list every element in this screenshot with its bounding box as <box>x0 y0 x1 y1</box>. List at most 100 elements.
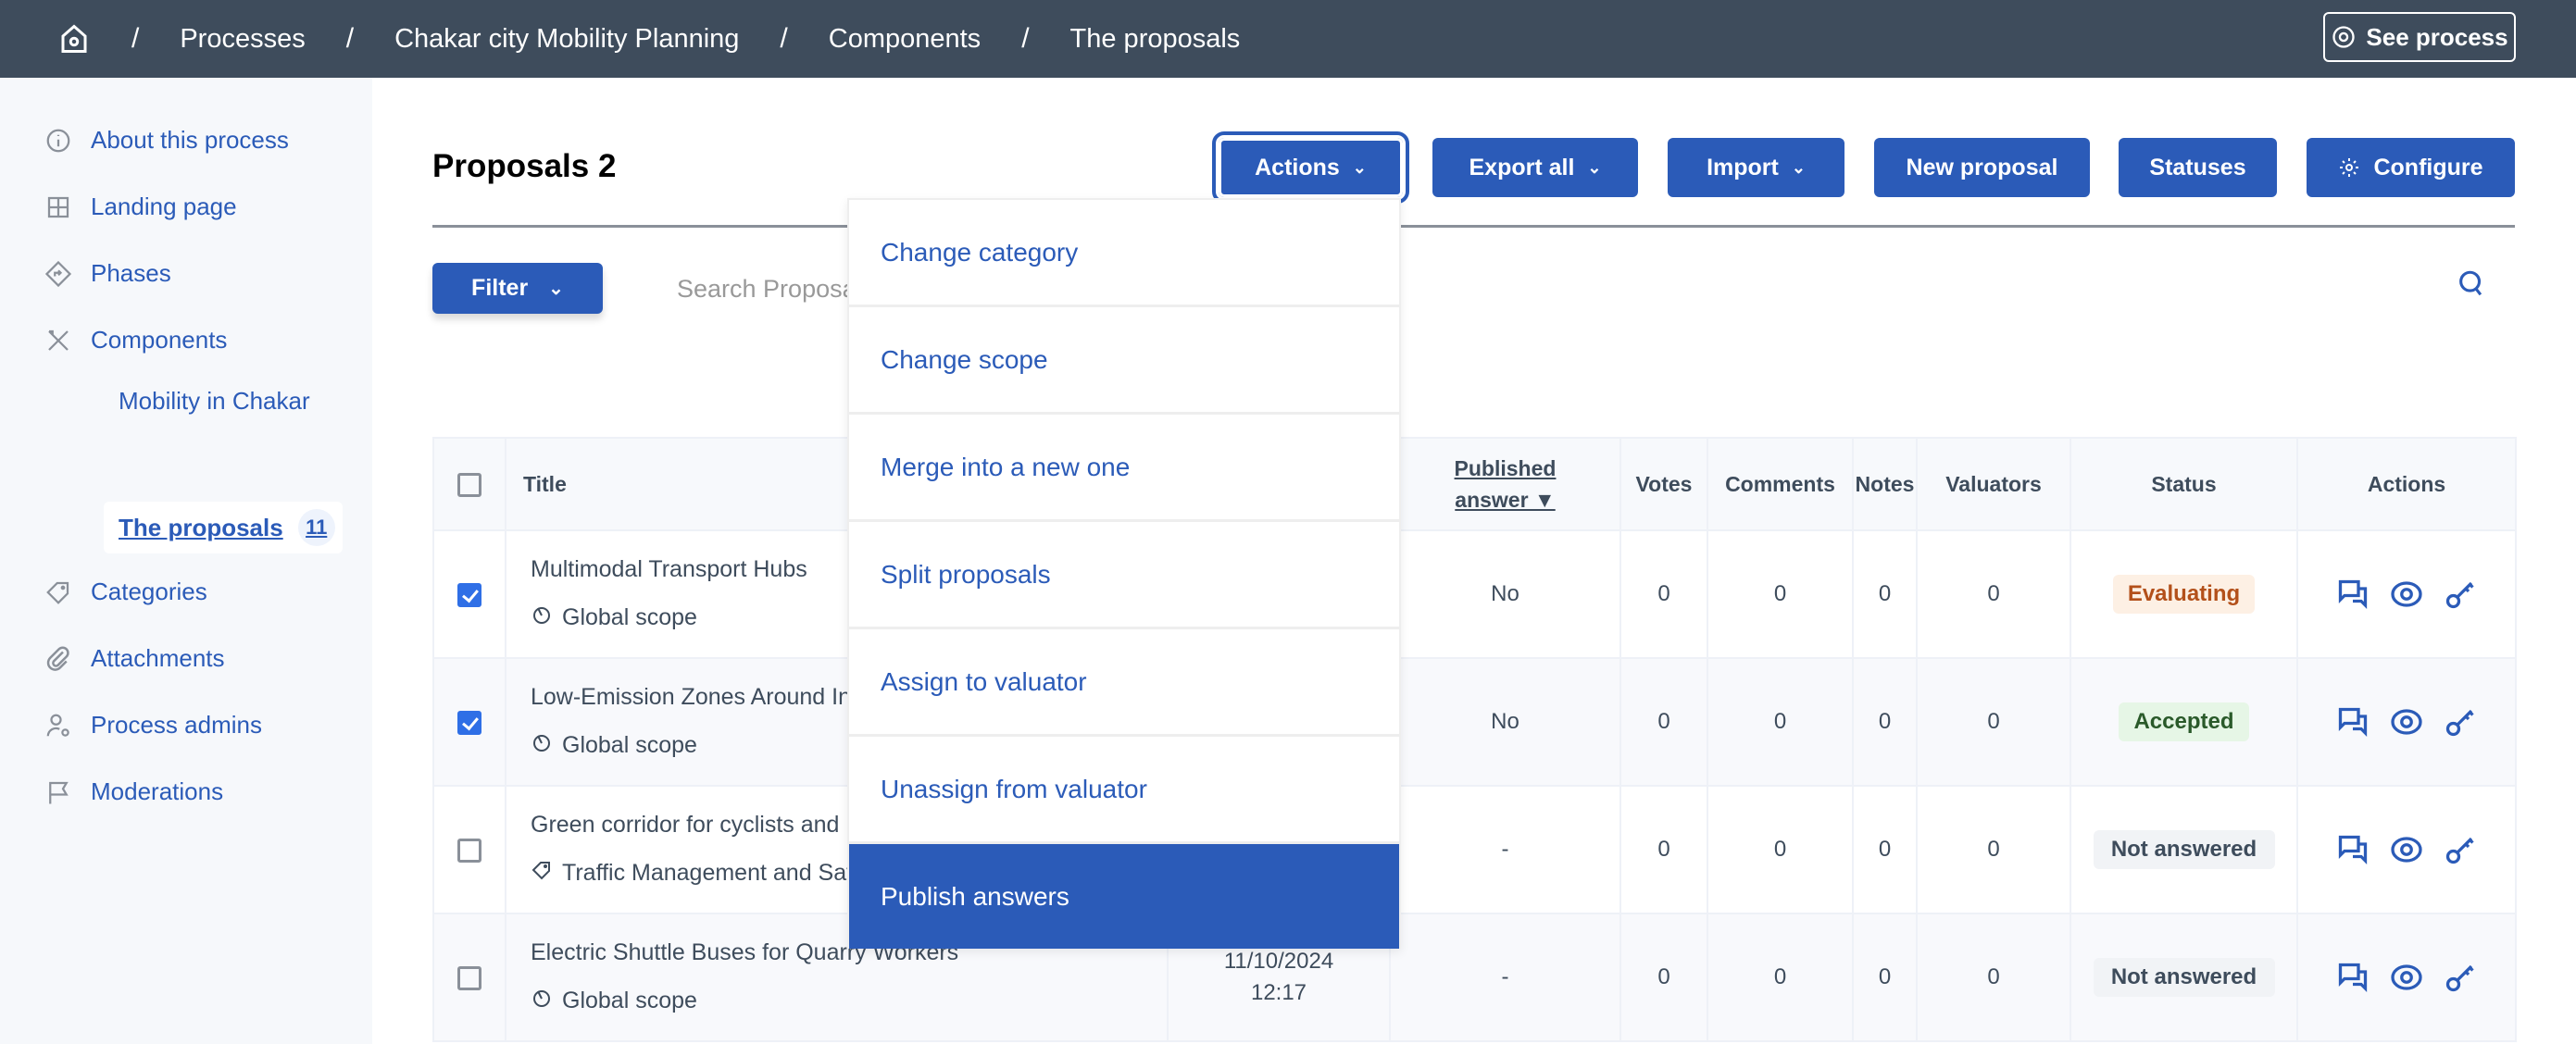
eye-icon[interactable] <box>2390 833 2423 866</box>
eye-icon[interactable] <box>2390 578 2423 611</box>
comments-cell: 0 <box>1707 785 1854 914</box>
sidebar-item-phases[interactable]: Phases <box>44 259 171 288</box>
statuses-button[interactable]: Statuses <box>2119 138 2277 197</box>
answer-icon[interactable] <box>2336 705 2370 739</box>
votes-cell: 0 <box>1619 785 1708 914</box>
eye-icon[interactable] <box>2390 961 2423 994</box>
published-at: 11/10/2024 12:17 <box>1223 949 1334 1005</box>
sidebar-item-about[interactable]: About this process <box>44 126 289 155</box>
key-icon[interactable] <box>2444 705 2477 739</box>
answer-icon[interactable] <box>2336 833 2370 866</box>
row-checkbox[interactable] <box>457 582 481 607</box>
actions-menu-item[interactable]: Split proposals <box>849 522 1399 629</box>
row-checkbox[interactable] <box>457 965 481 990</box>
import-label: Import <box>1707 154 1779 180</box>
proposal-meta: Global scope <box>531 987 1167 1015</box>
sidebar-subitem-proposals[interactable]: The proposals 11 <box>104 502 343 553</box>
sidebar-item-process-admins[interactable]: Process admins <box>44 711 262 740</box>
actions-menu-item[interactable]: Merge into a new one <box>849 415 1399 522</box>
select-cell <box>432 785 506 914</box>
sidebar-item-label: Landing page <box>91 193 237 220</box>
votes-cell: 0 <box>1619 529 1708 659</box>
breadcrumb-separator: / <box>780 23 788 54</box>
filter-label: Filter <box>471 275 529 301</box>
table-row: Low-Emission Zones Around Industrial Are… <box>432 657 2517 787</box>
sort-published-answer-link[interactable]: Published answer ▼ <box>1450 453 1561 516</box>
select-all-cell <box>432 437 506 531</box>
answer-icon[interactable] <box>2336 578 2370 611</box>
votes-cell: 0 <box>1619 657 1708 787</box>
eye-icon[interactable] <box>2390 705 2423 739</box>
scope-icon <box>531 987 553 1015</box>
status-cell: Evaluating <box>2070 529 2298 659</box>
see-process-button[interactable]: See process <box>2323 12 2516 62</box>
import-button[interactable]: Import ⌄ <box>1668 138 1844 197</box>
scope-icon <box>531 731 553 760</box>
actions-label: Actions <box>1255 154 1340 180</box>
breadcrumb-separator: / <box>345 23 355 54</box>
paperclip-icon <box>46 646 69 671</box>
chevron-down-icon: ⌄ <box>1791 157 1806 177</box>
status-badge: Evaluating <box>2112 575 2256 614</box>
page-title: Proposals 2 <box>432 148 617 184</box>
header-published-answer[interactable]: Published answer ▼ <box>1389 437 1621 531</box>
published-answer-cell: - <box>1389 785 1621 914</box>
status-cell: Not answered <box>2070 913 2298 1042</box>
answer-icon[interactable] <box>2336 961 2370 994</box>
breadcrumb-separator: / <box>131 23 140 54</box>
comments-cell: 0 <box>1707 657 1854 787</box>
count-badge: 11 <box>297 509 335 546</box>
configure-label: Configure <box>2373 154 2483 180</box>
sidebar-subitem-label: The proposals <box>119 513 283 541</box>
actions-menu-item[interactable]: Publish answers <box>849 844 1399 949</box>
filter-button[interactable]: Filter ⌄ <box>432 263 603 314</box>
status-badge: Not answered <box>2093 958 2275 997</box>
sidebar-item-categories[interactable]: Categories <box>44 578 207 606</box>
breadcrumb-separator: / <box>1021 23 1030 54</box>
row-checkbox[interactable] <box>457 838 481 863</box>
published-answer-cell: - <box>1389 913 1621 1042</box>
status-cell: Accepted <box>2070 657 2298 787</box>
published-answer-cell: No <box>1389 657 1621 787</box>
actions-cell <box>2296 785 2517 914</box>
valuators-cell: 0 <box>1916 913 2071 1042</box>
table-row: Multimodal Transport Hubs Global scope No 0… <box>432 529 2517 659</box>
sidebar-item-landing-page[interactable]: Landing page <box>44 193 237 221</box>
chevron-down-icon: ⌄ <box>548 279 564 299</box>
new-proposal-button[interactable]: New proposal <box>1874 138 2090 197</box>
actions-cell <box>2296 657 2517 787</box>
gear-icon <box>2340 158 2359 177</box>
sidebar-subitem-mobility[interactable]: Mobility in Chakar <box>119 387 310 416</box>
home-icon[interactable] <box>57 22 91 56</box>
row-checkbox[interactable] <box>457 710 481 735</box>
sidebar-item-components[interactable]: Components <box>44 326 227 354</box>
configure-button[interactable]: Configure <box>2307 138 2515 197</box>
actions-menu-item[interactable]: Change scope <box>849 307 1399 415</box>
actions-button[interactable]: Actions ⌄ <box>1212 131 1409 204</box>
sidebar-item-label: Components <box>91 326 228 354</box>
sidebar-item-moderations[interactable]: Moderations <box>44 777 223 806</box>
actions-cell <box>2296 529 2517 659</box>
tag-icon <box>531 859 553 888</box>
search-icon[interactable] <box>2456 268 2487 300</box>
export-all-button[interactable]: Export all ⌄ <box>1432 138 1638 197</box>
proposal-meta-label: Global scope <box>562 604 697 630</box>
proposal-meta-label: Global scope <box>562 988 697 1013</box>
key-icon[interactable] <box>2444 833 2477 866</box>
divider <box>432 225 2515 228</box>
key-icon[interactable] <box>2444 961 2477 994</box>
actions-menu-item[interactable]: Change category <box>849 200 1399 307</box>
notes-cell: 0 <box>1852 785 1918 914</box>
breadcrumb-components[interactable]: Components <box>829 24 981 55</box>
actions-menu-item[interactable]: Unassign from valuator <box>849 737 1399 844</box>
select-all-checkbox[interactable] <box>457 472 481 497</box>
key-icon[interactable] <box>2444 578 2477 611</box>
header-status: Status <box>2070 437 2298 531</box>
actions-cell <box>2296 913 2517 1042</box>
header-comments: Comments <box>1707 437 1854 531</box>
sidebar-item-attachments[interactable]: Attachments <box>44 644 225 673</box>
actions-menu-item[interactable]: Assign to valuator <box>849 629 1399 737</box>
breadcrumb-processes[interactable]: Processes <box>180 24 305 55</box>
eye-icon <box>2332 26 2356 48</box>
breadcrumb-process[interactable]: Chakar city Mobility Planning <box>394 24 739 55</box>
